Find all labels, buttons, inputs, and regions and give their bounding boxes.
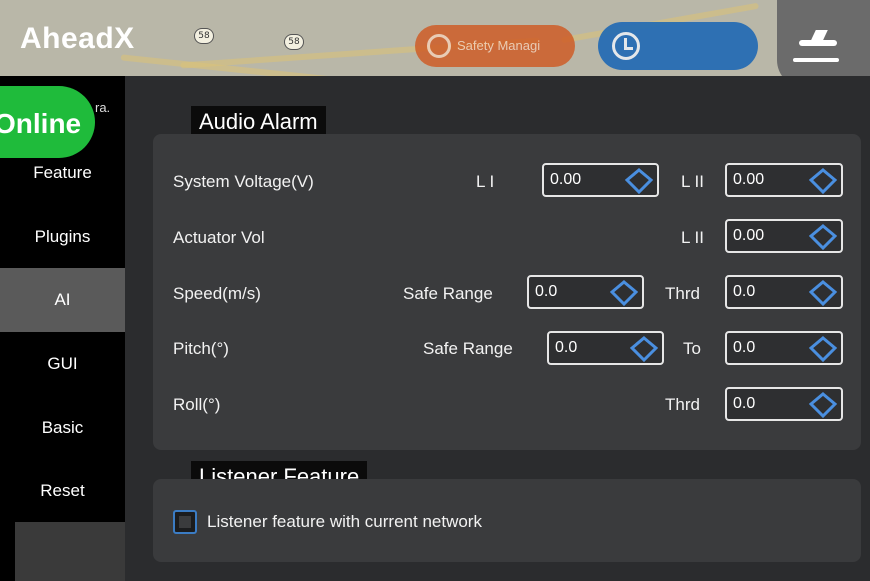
road-badge: 58 xyxy=(194,28,214,44)
safety-management-label: Safety Managi xyxy=(457,38,541,53)
road-badge: 58 xyxy=(284,34,304,50)
roll-thrd-label: Thrd xyxy=(665,395,700,414)
system-voltage-l2-label: L II xyxy=(681,172,704,191)
sidebar-item-gui[interactable]: GUI xyxy=(0,332,125,396)
spinbox-value: 0.0 xyxy=(733,395,756,412)
safety-icon xyxy=(427,34,451,58)
pitch-safe-range-spinbox[interactable]: 0.0 xyxy=(547,331,664,365)
roll-thrd-spinbox[interactable]: 0.0 xyxy=(725,387,843,421)
sidebar-item-ai[interactable]: AI xyxy=(0,268,125,332)
speed-label: Speed(m/s) xyxy=(173,284,261,303)
pitch-safe-range-label: Safe Range xyxy=(423,339,513,358)
safety-management-button[interactable]: Safety Managi xyxy=(415,25,575,67)
spin-arrows-icon[interactable] xyxy=(809,168,837,194)
sidebar-item-basic[interactable]: Basic xyxy=(0,396,125,460)
spinbox-value: 0.00 xyxy=(550,171,582,188)
speed-thrd-spinbox[interactable]: 0.0 xyxy=(725,275,843,309)
spinbox-value: 0.0 xyxy=(733,339,756,356)
pitch-to-label: To xyxy=(683,339,701,358)
system-voltage-label: System Voltage(V) xyxy=(173,172,314,191)
actuator-vol-l2-label: L II xyxy=(681,228,704,247)
timer-button[interactable] xyxy=(598,22,758,70)
system-voltage-l1-spinbox[interactable]: 0.00 xyxy=(542,163,659,197)
spin-arrows-icon[interactable] xyxy=(809,280,837,306)
spinbox-value: 0.0 xyxy=(733,283,756,300)
sidebar-footer xyxy=(15,522,125,581)
spinbox-value: 0.0 xyxy=(535,283,558,300)
spin-arrows-icon[interactable] xyxy=(625,168,653,194)
sidebar-item-reset[interactable]: Reset xyxy=(0,459,125,523)
spin-arrows-icon[interactable] xyxy=(809,224,837,250)
online-status-badge: Online xyxy=(0,86,95,158)
spinbox-value: 0.00 xyxy=(733,227,765,244)
spin-arrows-icon[interactable] xyxy=(809,392,837,418)
listener-feature-checkbox[interactable] xyxy=(173,510,197,534)
speed-safe-range-spinbox[interactable]: 0.0 xyxy=(527,275,644,309)
truncated-label: ra. xyxy=(95,100,111,115)
listener-feature-checkbox-label[interactable]: Listener feature with current network xyxy=(207,512,482,532)
plane-icon-runway xyxy=(793,58,839,62)
system-voltage-l1-label: L I xyxy=(476,172,495,191)
spinbox-value: 0.0 xyxy=(555,339,578,356)
pitch-label: Pitch(°) xyxy=(173,339,229,358)
spin-arrows-icon[interactable] xyxy=(809,336,837,362)
roll-label: Roll(°) xyxy=(173,395,221,414)
spin-arrows-icon[interactable] xyxy=(610,280,638,306)
pitch-to-spinbox[interactable]: 0.0 xyxy=(725,331,843,365)
actuator-vol-label: Actuator Vol xyxy=(173,228,265,247)
sidebar-item-plugins[interactable]: Plugins xyxy=(0,205,125,269)
speed-thrd-label: Thrd xyxy=(665,284,700,303)
plane-icon-body xyxy=(799,40,837,46)
flight-button[interactable] xyxy=(777,0,870,88)
actuator-vol-l2-spinbox[interactable]: 0.00 xyxy=(725,219,843,253)
spinbox-value: 0.00 xyxy=(733,171,765,188)
online-status-label: Online xyxy=(0,108,82,139)
spin-arrows-icon[interactable] xyxy=(630,336,658,362)
clock-icon xyxy=(612,32,640,60)
app-logo: AheadX xyxy=(20,22,135,55)
speed-safe-range-label: Safe Range xyxy=(403,284,493,303)
system-voltage-l2-spinbox[interactable]: 0.00 xyxy=(725,163,843,197)
